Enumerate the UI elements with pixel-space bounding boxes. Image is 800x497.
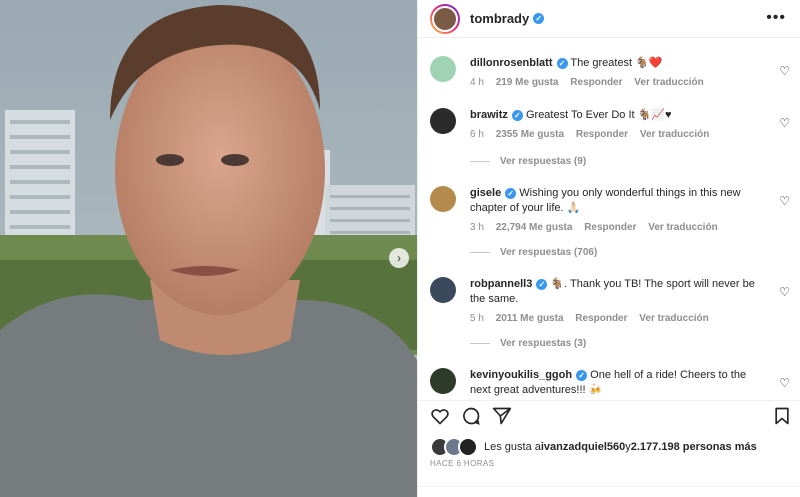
commenter-avatar[interactable] [430, 108, 456, 134]
translate-button[interactable]: Ver traducción [648, 222, 717, 233]
comment-time: 3 h [470, 222, 484, 233]
post-header: tombrady ✓ ••• [418, 0, 800, 38]
comment-time: 5 h [470, 313, 484, 324]
comment-item: gisele ✓ Wishing you only wonderful thing… [430, 186, 792, 233]
liker-username[interactable]: ivanzadquiel560 [541, 441, 625, 453]
verified-badge-icon: ✓ [536, 278, 548, 290]
comment-meta: 4 h 219 Me gusta Responder Ver traducció… [470, 77, 792, 88]
reply-button[interactable]: Responder [576, 129, 628, 140]
verified-badge-icon: ✓ [556, 57, 568, 69]
reply-button[interactable]: Responder [575, 313, 627, 324]
comment-meta: 3 h 22,794 Me gusta Responder Ver traduc… [470, 222, 792, 233]
like-comment-heart-icon[interactable]: ♡ [779, 194, 790, 208]
view-replies-button[interactable]: Ver respuestas (9) [470, 156, 586, 167]
comment-likes[interactable]: 22,794 Me gusta [496, 222, 573, 233]
liker-avatar [458, 437, 478, 457]
commenter-avatar[interactable] [430, 368, 456, 394]
post-actions [418, 400, 800, 431]
comment-username[interactable]: dillonrosenblatt [470, 57, 553, 69]
comment-time: 6 h [470, 129, 484, 140]
post-video[interactable]: › [0, 0, 417, 497]
comment-body: kevinyoukilis_ggoh ✓ One hell of a ride! … [470, 368, 768, 398]
comment-meta: 5 h 2011 Me gusta Responder Ver traducci… [470, 313, 792, 324]
translate-button[interactable]: Ver traducción [634, 77, 703, 88]
verified-badge-icon: ✓ [576, 369, 588, 381]
like-comment-heart-icon[interactable]: ♡ [779, 285, 790, 299]
post-panel: tombrady ✓ ••• dillonrosenblatt ✓ The gre… [417, 0, 800, 497]
comment-time: 4 h [470, 77, 484, 88]
comment-likes[interactable]: 2011 Me gusta [496, 313, 564, 324]
comment-body: dillonrosenblatt ✓ The greatest 🐐❤️ [470, 56, 768, 71]
view-replies-button[interactable]: Ver respuestas (3) [470, 338, 586, 349]
video-frame-illustration [0, 0, 417, 497]
comment-body: gisele ✓ Wishing you only wonderful thing… [470, 186, 768, 216]
comments-list[interactable]: dillonrosenblatt ✓ The greatest 🐐❤️ 4 h 2… [418, 38, 800, 400]
comment-meta: 6 h 2355 Me gusta Responder Ver traducci… [470, 129, 792, 140]
comment-body: robpannell3 ✓ 🐐. Thank you TB! The sport … [470, 277, 768, 307]
heart-icon[interactable] [430, 406, 450, 426]
comment-username[interactable]: brawitz [470, 109, 508, 121]
comment-username[interactable]: gisele [470, 187, 501, 199]
share-icon[interactable] [492, 406, 512, 426]
commenter-avatar[interactable] [430, 186, 456, 212]
comment-username[interactable]: kevinyoukilis_ggoh [470, 369, 572, 381]
comment-text: The greatest 🐐❤️ [570, 57, 663, 69]
reply-button[interactable]: Responder [584, 222, 636, 233]
like-comment-heart-icon[interactable]: ♡ [779, 64, 790, 78]
like-comment-heart-icon[interactable]: ♡ [779, 376, 790, 390]
next-media-button[interactable]: › [389, 248, 409, 268]
comment-item: robpannell3 ✓ 🐐. Thank you TB! The sport … [430, 277, 792, 324]
translate-button[interactable]: Ver traducción [639, 313, 708, 324]
view-replies-button[interactable]: Ver respuestas (706) [470, 247, 597, 258]
comment-text: Greatest To Ever Do It 🐐📈♥ [525, 109, 672, 121]
view-replies-label: Ver respuestas (9) [500, 156, 587, 167]
view-replies-label: Ver respuestas (3) [500, 338, 587, 349]
likes-prefix: Les gusta a [484, 441, 541, 453]
comment-item: kevinyoukilis_ggoh ✓ One hell of a ride! … [430, 368, 792, 398]
likes-count[interactable]: 2.177.198 personas más [631, 441, 757, 453]
likes-summary[interactable]: Les gusta a ivanzadquiel560 y 2.177.198 … [430, 437, 757, 457]
reply-button[interactable]: Responder [570, 77, 622, 88]
author-avatar[interactable] [430, 3, 460, 34]
commenter-avatar[interactable] [430, 56, 456, 82]
comment-likes[interactable]: 2355 Me gusta [496, 129, 564, 140]
comment-username[interactable]: robpannell3 [470, 278, 532, 290]
verified-badge-icon: ✓ [511, 109, 523, 121]
comment-input-area[interactable] [418, 486, 800, 497]
verified-badge-icon: ✓ [533, 13, 545, 24]
comment-item: brawitz ✓ Greatest To Ever Do It 🐐📈♥ 6 h … [430, 108, 792, 140]
comment-icon[interactable] [461, 406, 481, 426]
post-time-ago: HACE 6 HORAS [430, 459, 495, 468]
translate-button[interactable]: Ver traducción [640, 129, 709, 140]
comment-likes[interactable]: 219 Me gusta [496, 77, 559, 88]
author-username[interactable]: tombrady [470, 11, 529, 26]
comment-item: dillonrosenblatt ✓ The greatest 🐐❤️ 4 h 2… [430, 56, 792, 88]
commenter-avatar[interactable] [430, 277, 456, 303]
comment-body: brawitz ✓ Greatest To Ever Do It 🐐📈♥ [470, 108, 768, 123]
bookmark-icon[interactable] [772, 406, 792, 426]
like-comment-heart-icon[interactable]: ♡ [779, 116, 790, 130]
verified-badge-icon: ✓ [505, 187, 517, 199]
view-replies-label: Ver respuestas (706) [500, 247, 598, 258]
more-options-icon[interactable]: ••• [766, 9, 786, 27]
